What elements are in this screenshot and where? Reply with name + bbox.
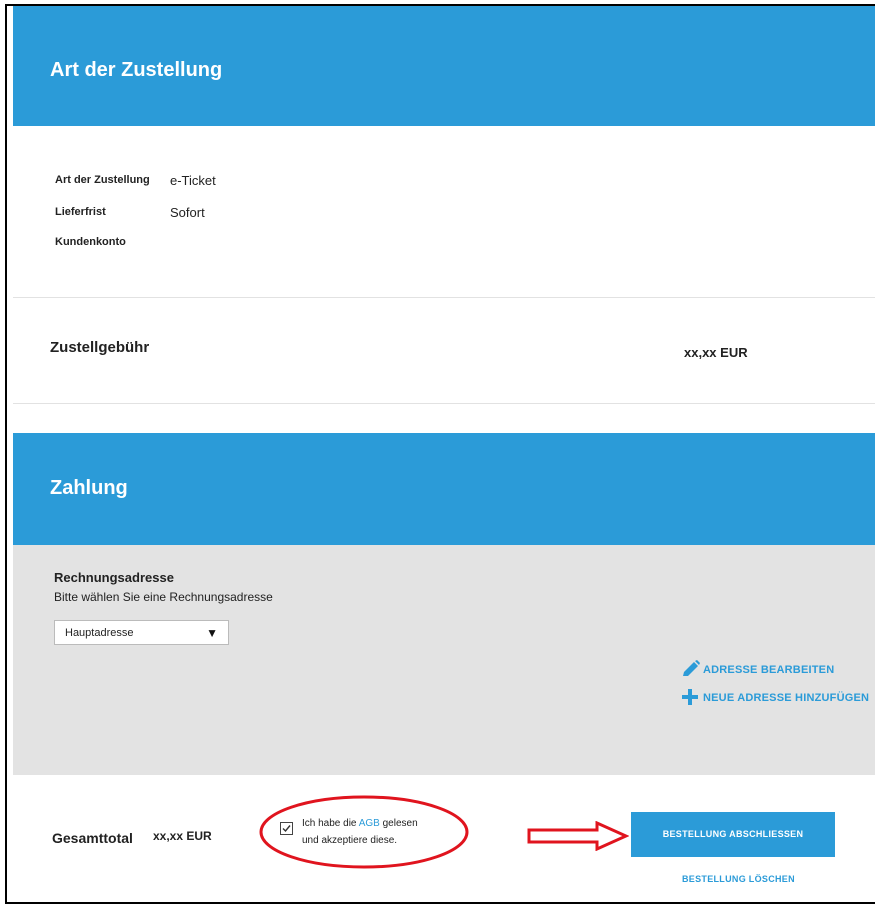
total-value: xx,xx EUR xyxy=(153,829,212,843)
annotation-ellipse xyxy=(259,795,469,869)
delete-order-link[interactable]: BESTELLUNG LÖSCHEN xyxy=(682,874,795,884)
payment-title: Zahlung xyxy=(50,477,128,499)
divider xyxy=(13,403,875,404)
customer-account-label: Kundenkonto xyxy=(55,236,126,248)
add-address-label: NEUE ADRESSE HINZUFÜGEN xyxy=(703,692,870,704)
plus-icon xyxy=(682,689,698,705)
edit-address-label: ADRESSE BEARBEITEN xyxy=(703,664,835,676)
billing-hint: Bitte wählen Sie eine Rechnungsadresse xyxy=(54,590,273,604)
total-label: Gesamttotal xyxy=(52,830,133,846)
caret-down-icon: ▼ xyxy=(206,626,218,640)
address-select-value: Hauptadresse xyxy=(65,627,134,639)
delivery-fee-label: Zustellgebühr xyxy=(50,339,150,356)
delivery-time-value: Sofort xyxy=(170,205,205,220)
billing-title: Rechnungsadresse xyxy=(54,570,174,585)
pencil-icon xyxy=(683,660,700,676)
delivery-fee-value: xx,xx EUR xyxy=(684,345,748,360)
delivery-time-label: Lieferfrist xyxy=(55,206,106,218)
delivery-header: Art der Zustellung xyxy=(13,6,875,126)
payment-header: Zahlung xyxy=(13,433,875,545)
delivery-type-value: e-Ticket xyxy=(170,173,216,188)
delivery-type-label: Art der Zustellung xyxy=(55,174,150,186)
divider xyxy=(13,297,875,298)
delivery-title: Art der Zustellung xyxy=(50,59,223,81)
submit-order-button[interactable]: BESTELLUNG ABSCHLIESSEN xyxy=(631,812,835,857)
address-select[interactable]: Hauptadresse ▼ xyxy=(54,620,229,645)
annotation-arrow xyxy=(527,821,629,851)
